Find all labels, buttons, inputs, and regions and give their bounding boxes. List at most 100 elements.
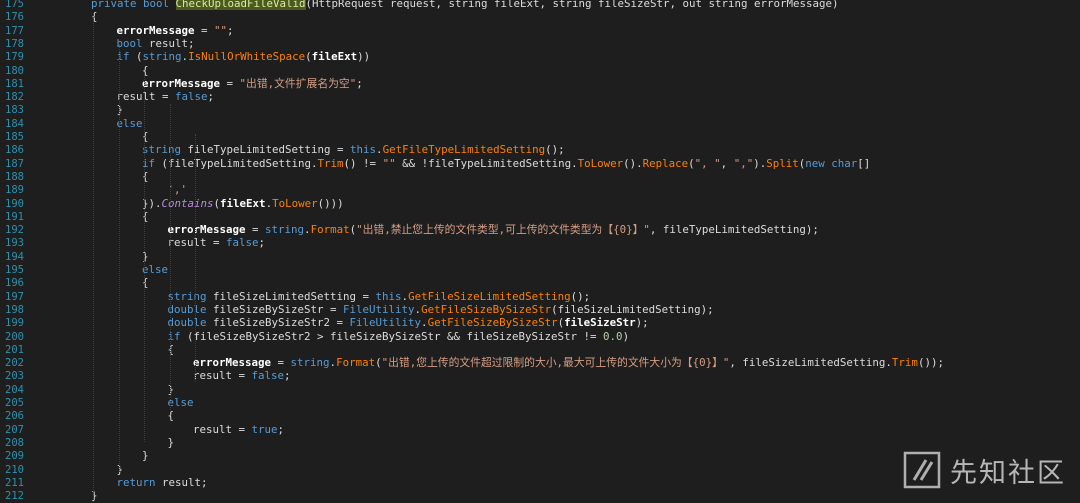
- code-token: {: [142, 130, 149, 143]
- code-line[interactable]: 186 string fileTypeLimitedSetting = this.…: [5, 143, 1080, 157]
- code-line[interactable]: 200 if (fileSizeBySizeStr2 > fileSizeBySi…: [5, 329, 1080, 343]
- line-number: 205: [5, 397, 24, 409]
- code-token: this: [375, 289, 402, 303]
- code-text: string fileTypeLimitedSetting = this.Get…: [142, 143, 565, 157]
- code-token: errorMessage: [116, 23, 195, 37]
- code-token: Split: [766, 156, 799, 170]
- code-token: private bool: [91, 0, 176, 10]
- code-token: {: [167, 342, 175, 356]
- code-editor[interactable]: 175 private bool CheckUploadFileValid(Htt…: [0, 0, 1080, 502]
- code-token: false: [226, 236, 259, 250]
- code-token: {: [142, 276, 149, 290]
- code-line[interactable]: 189 ',': [5, 183, 1080, 196]
- code-token: ToLower: [577, 156, 624, 170]
- code-token: string: [142, 143, 182, 157]
- code-token: (: [129, 50, 143, 64]
- code-token: () !=: [343, 156, 383, 170]
- code-line[interactable]: 197 string fileSizeLimitedSetting = this.…: [5, 289, 1080, 303]
- code-line[interactable]: 179 if (string.IsNullOrWhiteSpace(fileExt…: [5, 50, 1080, 64]
- code-token: GetFileSizeBySizeStr: [427, 316, 558, 330]
- code-line[interactable]: 192 errorMessage = string.Format("出错,禁止您上…: [5, 223, 1080, 237]
- code-line[interactable]: 203 result = false;: [5, 369, 1080, 382]
- code-line[interactable]: 191 {: [5, 210, 1080, 223]
- code-line[interactable]: 194}: [5, 250, 1080, 264]
- code-line[interactable]: 188 {: [5, 170, 1080, 183]
- line-number: 184: [5, 117, 24, 130]
- code-line[interactable]: 193 result = false;: [5, 236, 1080, 250]
- code-line[interactable]: 178 bool result;: [5, 37, 1080, 50]
- code-line[interactable]: 199 double fileSizeBySizeStr2 = FileUtili…: [5, 316, 1080, 330]
- code-text: {: [142, 276, 149, 290]
- code-token: }: [142, 249, 149, 263]
- code-text: errorMessage = string.Format("出错,禁止您上传的文…: [168, 223, 819, 237]
- code-token: ;: [207, 90, 215, 104]
- code-token: ",": [733, 156, 754, 170]
- code-text: }: [142, 250, 149, 264]
- code-line[interactable]: 208}: [5, 435, 1080, 449]
- code-line[interactable]: 175 private bool CheckUploadFileValid(Htt…: [5, 0, 1080, 10]
- line-number: 180: [5, 64, 24, 77]
- code-token: result =: [193, 422, 252, 436]
- code-line[interactable]: 181 errorMessage = "出错,文件扩展名为空";: [5, 76, 1080, 90]
- code-token: "": [382, 156, 396, 170]
- code-text: {: [168, 343, 175, 357]
- code-token: (fileTypeLimitedSetting.: [155, 156, 318, 170]
- line-number: 202: [5, 357, 24, 370]
- code-token: else: [116, 116, 143, 130]
- code-area[interactable]: 175 private bool CheckUploadFileValid(Htt…: [5, 0, 1080, 503]
- code-token: double: [167, 302, 207, 316]
- code-text: }: [91, 489, 98, 503]
- code-line[interactable]: 190}).Contains(fileExt.ToLower())): [5, 196, 1080, 210]
- code-line[interactable]: 212}: [5, 489, 1080, 503]
- code-line[interactable]: 182 result = false;: [5, 90, 1080, 104]
- code-line[interactable]: 198 double fileSizeBySizeStr = FileUtilit…: [5, 302, 1080, 316]
- code-token: fileSizeStr: [564, 316, 636, 330]
- code-line[interactable]: 202 errorMessage = string.Format("出错,您上传的…: [5, 356, 1080, 369]
- code-token: fileSizeBySizeStr2 =: [206, 316, 350, 330]
- code-token: }: [167, 435, 175, 449]
- code-token: ;: [258, 236, 266, 250]
- code-text: result = false;: [168, 236, 266, 250]
- line-number: 193: [5, 237, 24, 250]
- code-line[interactable]: 206 {: [5, 409, 1080, 423]
- code-text: {: [168, 409, 175, 423]
- code-line[interactable]: 195 else: [5, 263, 1080, 277]
- code-line[interactable]: 196 {: [5, 276, 1080, 290]
- code-line[interactable]: 183}: [5, 103, 1080, 116]
- code-text: }: [168, 383, 175, 397]
- code-token: ): [622, 329, 630, 343]
- code-token: errorMessage: [142, 76, 221, 90]
- code-line[interactable]: 201 {: [5, 343, 1080, 357]
- code-token: ", ": [694, 156, 721, 170]
- code-line[interactable]: 187 if (fileTypeLimitedSetting.Trim() != …: [5, 156, 1080, 170]
- code-text: else: [142, 263, 168, 277]
- line-number: 194: [5, 250, 24, 263]
- watermark: 先知社区: [902, 450, 1066, 490]
- code-token: ())): [317, 196, 344, 210]
- code-token: ();: [545, 143, 565, 157]
- code-line[interactable]: 184 else: [5, 116, 1080, 130]
- code-line[interactable]: 176 {: [5, 10, 1080, 23]
- code-text: {: [142, 130, 149, 144]
- code-token: }: [116, 462, 124, 476]
- code-token: ;: [277, 422, 285, 436]
- code-line[interactable]: 177 errorMessage = "";: [5, 23, 1080, 37]
- line-number: 195: [5, 264, 24, 276]
- line-number: 178: [5, 37, 24, 50]
- code-token: GetFileSizeLimitedSetting: [408, 289, 571, 303]
- line-number: 203: [5, 370, 24, 383]
- code-line[interactable]: 205 else: [5, 396, 1080, 409]
- code-line[interactable]: 185 {: [5, 130, 1080, 144]
- code-line[interactable]: 180 {: [5, 63, 1080, 77]
- code-token: fileSizeBySizeStr =: [206, 302, 344, 316]
- code-token: "出错,禁止您上传的文件类型,可上传的文件类型为【{0}】": [356, 223, 650, 237]
- code-token: {: [142, 63, 149, 77]
- code-token: {: [167, 409, 175, 423]
- code-token: Replace: [642, 156, 689, 170]
- line-number: 189: [5, 184, 24, 197]
- code-line[interactable]: 207 result = true;: [5, 422, 1080, 436]
- code-line[interactable]: 204}: [5, 383, 1080, 397]
- code-token: }: [91, 489, 98, 503]
- code-token: ;: [227, 23, 234, 37]
- code-token: fileSizeLimitedSetting =: [206, 289, 376, 303]
